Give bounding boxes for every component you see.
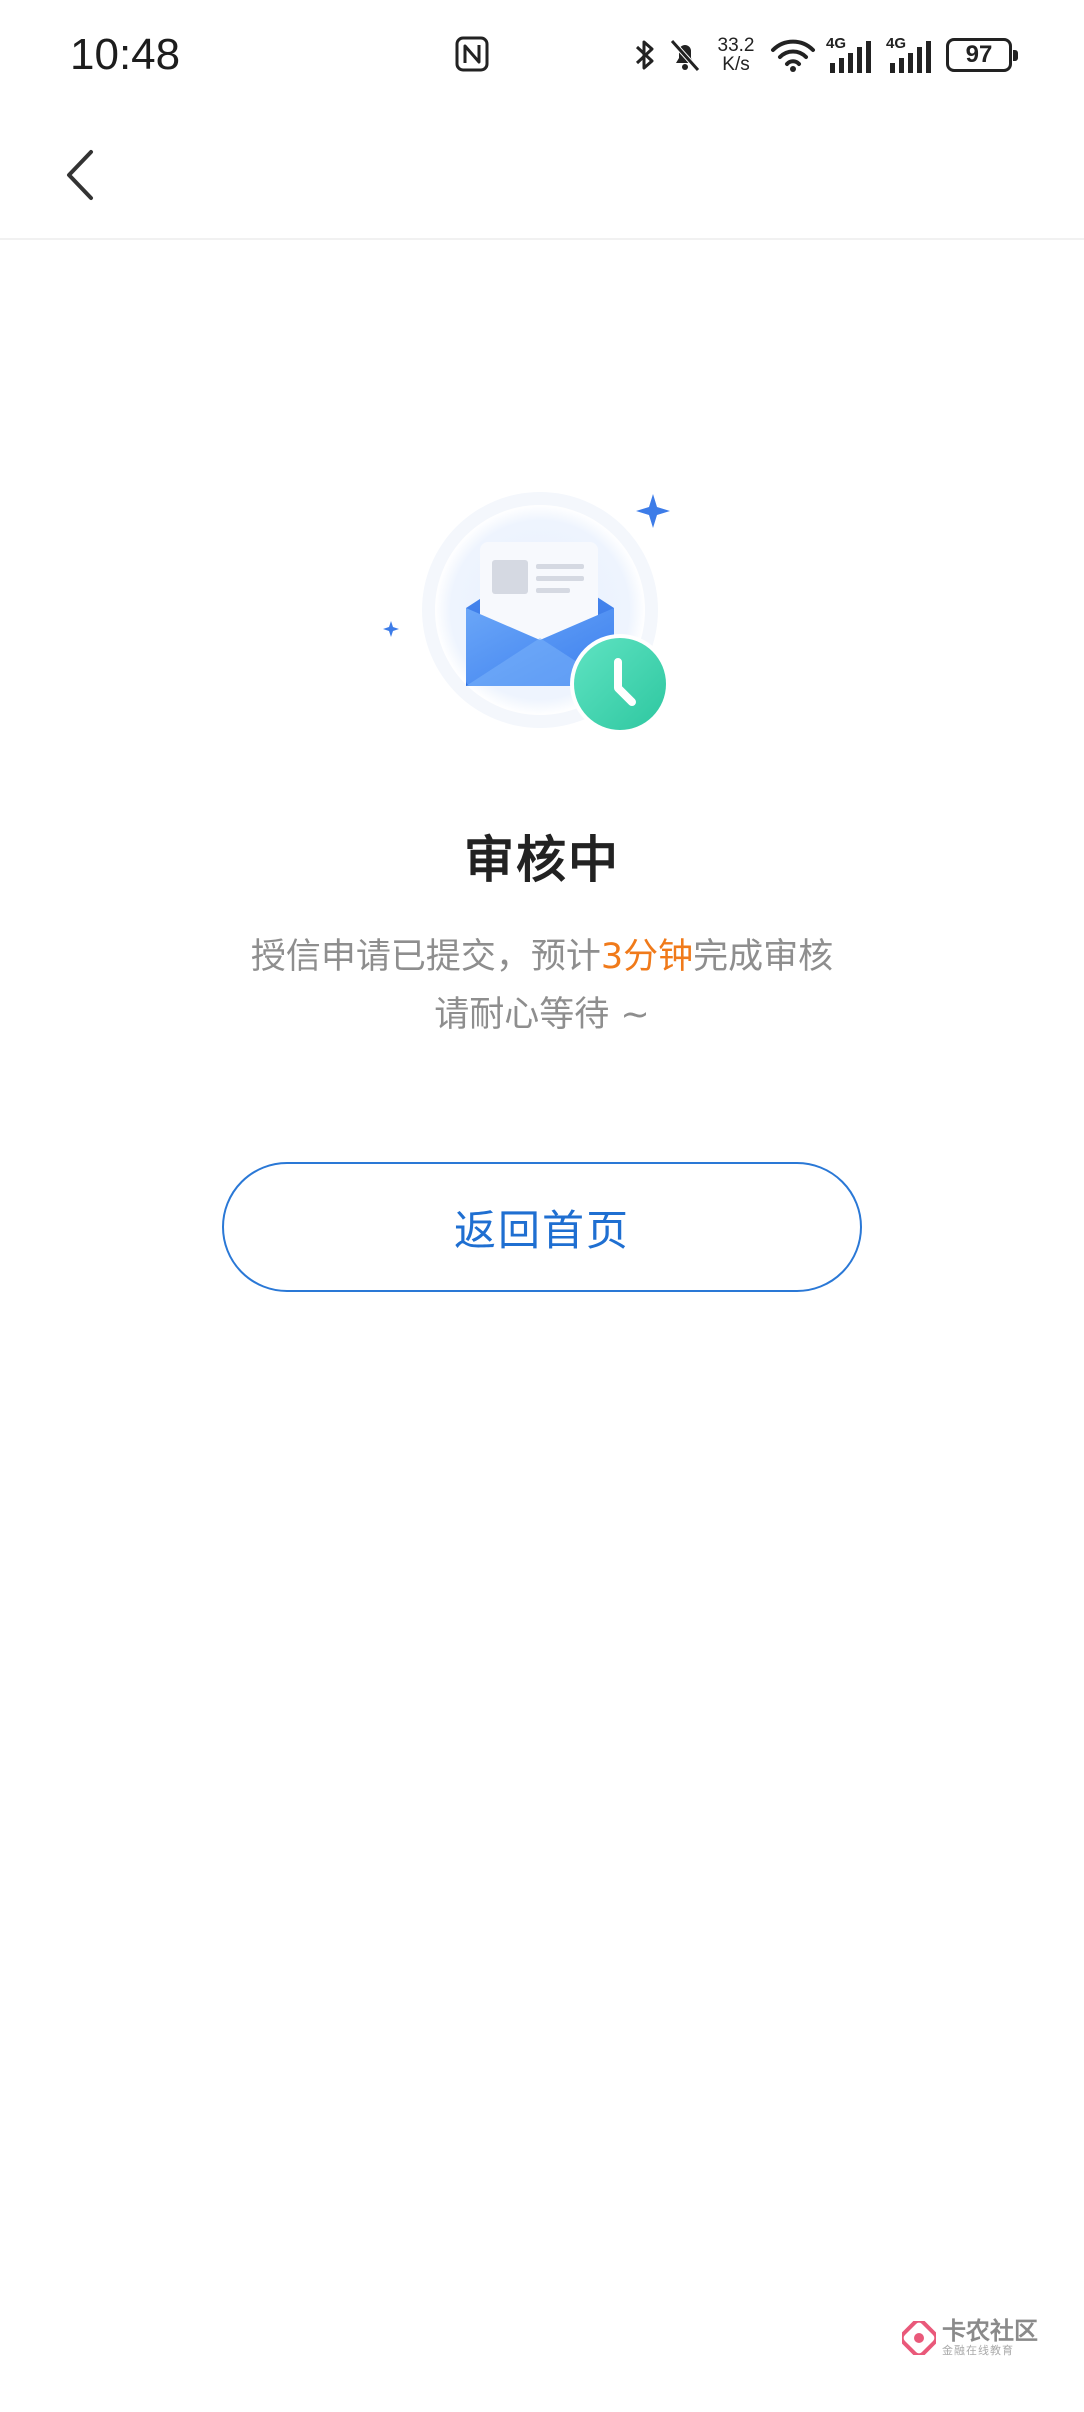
- sim1-signal: 4G: [826, 35, 876, 75]
- sim2-signal: 4G: [886, 35, 936, 75]
- status-bar: 10:48 33.2 K/s 4G 4G 97: [0, 0, 1084, 110]
- watermark: 卡农社区 金融在线教育: [902, 2318, 1038, 2358]
- network-speed: 33.2 K/s: [712, 36, 760, 74]
- network-speed-unit: K/s: [722, 54, 750, 75]
- return-home-button[interactable]: 返回首页: [222, 1162, 862, 1292]
- watermark-logo-icon: [902, 2321, 936, 2355]
- envelope-clock-icon: [383, 492, 670, 734]
- wifi-icon: [771, 39, 815, 72]
- description-prefix: 授信申请已提交，预计: [250, 937, 601, 977]
- network-speed-value: 33.2: [717, 35, 755, 56]
- bluetooth-icon: [635, 40, 654, 70]
- status-time: 10:48: [70, 30, 181, 79]
- status-description: 授信申请已提交，预计3分钟完成审核 请耐心等待 ~: [0, 928, 1084, 1044]
- status-icons: 33.2 K/s 4G 4G 97: [632, 30, 1018, 80]
- bell-muted-icon: [670, 39, 700, 72]
- back-button[interactable]: [50, 145, 110, 205]
- estimated-time: 3分钟: [600, 937, 694, 977]
- nav-bar: [0, 110, 1084, 240]
- description-line-1: 授信申请已提交，预计3分钟完成审核: [0, 928, 1084, 986]
- battery-indicator: 97: [946, 38, 1018, 72]
- signal-bars-icon: [890, 41, 931, 73]
- page-title: 审核中: [464, 831, 620, 889]
- description-line-2: 请耐心等待 ~: [434, 995, 650, 1035]
- watermark-subtitle: 金融在线教育: [942, 2344, 1014, 2357]
- description-suffix: 完成审核: [693, 937, 834, 977]
- signal-bars-icon: [830, 41, 871, 73]
- chevron-left-icon: [67, 150, 93, 200]
- nfc-icon: [455, 36, 489, 72]
- watermark-title: 卡农社区: [942, 2317, 1038, 2345]
